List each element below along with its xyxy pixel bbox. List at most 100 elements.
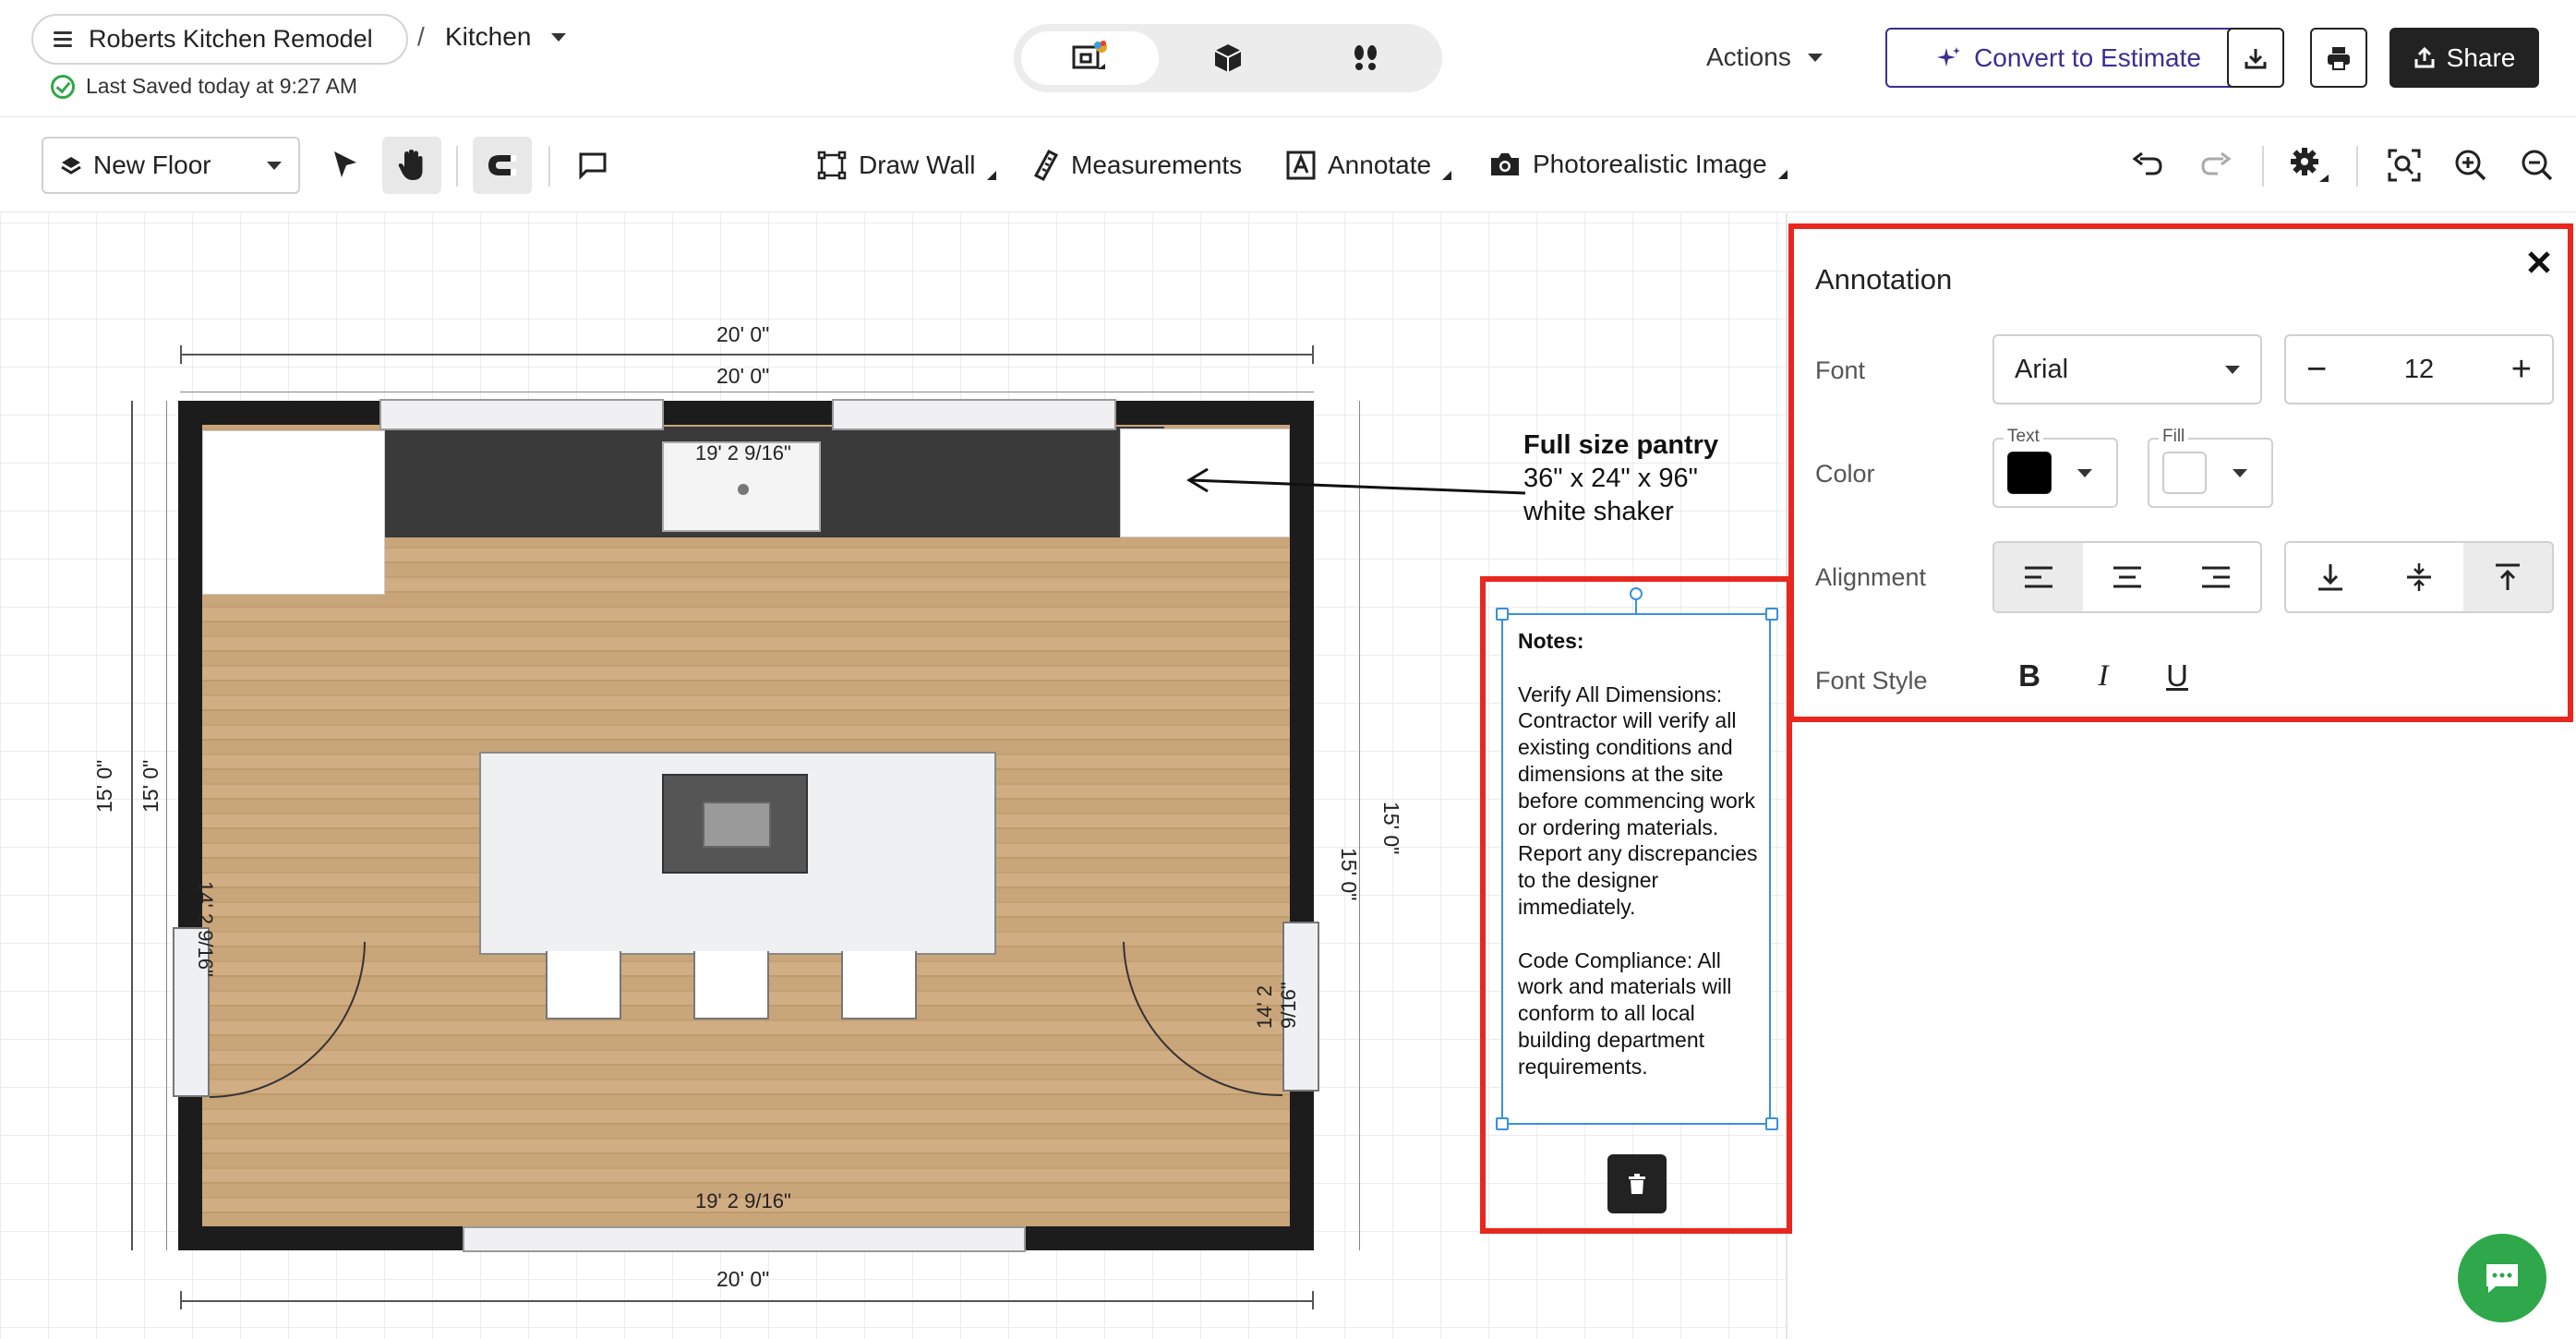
align-top-button[interactable] (2463, 543, 2552, 611)
resize-handle-bottom-right[interactable] (1765, 1117, 1778, 1130)
snap-toggle-button[interactable] (473, 137, 532, 194)
project-name: Roberts Kitchen Remodel (89, 25, 373, 53)
editor-toolbar: New Floor Draw Wall Measurements Annotat… (0, 118, 2576, 212)
annotate-icon (1286, 151, 1316, 180)
underline-button[interactable]: U (2157, 656, 2197, 696)
pantry-annotation[interactable]: Full size pantry 36" x 24" x 96" white s… (1523, 428, 1718, 528)
photorealistic-image-tool[interactable]: Photorealistic Image (1488, 150, 1788, 179)
kitchen-island[interactable] (479, 752, 996, 955)
print-button[interactable] (2310, 28, 2367, 88)
bold-button[interactable]: B (2009, 656, 2050, 696)
dimension-line (131, 401, 133, 1250)
dimension-tick (1312, 1291, 1314, 1309)
vertical-alignment-group (2284, 541, 2554, 613)
draw-wall-tool[interactable]: Draw Wall (816, 150, 996, 181)
dimension-right-mid: 15' 0" (1337, 848, 1361, 901)
align-middle-button[interactable] (2375, 543, 2463, 611)
font-size-stepper: − 12 + (2284, 334, 2554, 404)
pan-tool-button[interactable] (382, 137, 441, 194)
printer-icon (2328, 46, 2350, 70)
walkthrough-button[interactable] (1297, 31, 1435, 85)
fill-color-picker[interactable]: Fill (2148, 427, 2273, 508)
share-button[interactable]: Share (2389, 28, 2539, 88)
dimension-tick (1312, 345, 1314, 364)
measurements-label: Measurements (1071, 151, 1243, 179)
window (463, 1226, 1026, 1252)
italic-button[interactable]: I (2083, 656, 2124, 696)
text-color-swatch (2007, 452, 2052, 494)
submenu-corner-icon (986, 171, 996, 180)
draw-wall-label: Draw Wall (859, 151, 976, 179)
notes-text[interactable]: Notes: Verify All Dimensions: Contractor … (1518, 628, 1767, 1080)
dimension-tick (180, 345, 182, 364)
undo-button[interactable] (2118, 137, 2177, 194)
undo-icon (2132, 151, 2162, 175)
comment-tool-button[interactable] (563, 137, 622, 194)
annotation-arrow[interactable] (1186, 462, 1527, 499)
comment-icon (579, 152, 607, 180)
view-3d-button[interactable] (1159, 31, 1296, 85)
dimension-bottom-inner: 19' 2 9/16" (695, 1189, 791, 1212)
bar-stool[interactable] (546, 951, 621, 1019)
text-color-picker[interactable]: Text (1992, 427, 2118, 508)
floor-plan[interactable]: 19' 2 9/16" 19' 2 9/16" 14' 2 9/16" 14' … (173, 399, 1319, 1252)
chat-support-button[interactable] (2458, 1234, 2546, 1322)
select-tool-button[interactable] (316, 137, 375, 194)
fit-view-button[interactable] (2375, 137, 2434, 194)
resize-handle-top-right[interactable] (1765, 608, 1778, 621)
zoom-out-button[interactable] (2508, 137, 2567, 194)
convert-to-estimate-button[interactable]: Convert to Estimate (1885, 28, 2253, 88)
actions-dropdown[interactable]: Actions (1706, 42, 1823, 72)
fill-color-swatch (2162, 452, 2207, 494)
align-middle-icon (2407, 563, 2431, 591)
island-sink[interactable] (662, 774, 808, 874)
font-size-value[interactable]: 12 (2404, 355, 2434, 385)
floor-selector[interactable]: New Floor (42, 137, 300, 194)
sparkle-icon (1937, 46, 1961, 66)
align-center-button[interactable] (2083, 543, 2172, 611)
measurements-tool[interactable]: Measurements (1032, 150, 1242, 181)
delete-annotation-button[interactable] (1607, 1154, 1667, 1213)
dimension-right-outer: 15' 0" (1379, 802, 1403, 855)
room-name: Kitchen (445, 22, 532, 51)
dimension-top-inside: 19' 2 9/16" (695, 441, 791, 464)
align-bottom-button[interactable] (2286, 543, 2375, 611)
resize-handle-bottom-left[interactable] (1496, 1117, 1509, 1130)
dimension-top-outer: 20' 0" (716, 322, 770, 346)
fill-color-label: Fill (2159, 427, 2189, 447)
trash-icon (1629, 1174, 1645, 1194)
annotate-tool[interactable]: Annotate (1285, 150, 1452, 181)
settings-button[interactable] (2281, 137, 2340, 194)
font-family-select[interactable]: Arial (1992, 334, 2262, 404)
decrease-font-size-button[interactable]: − (2306, 350, 2327, 390)
view-2d-button[interactable] (1021, 31, 1160, 85)
hamburger-icon (54, 31, 72, 47)
rotate-handle[interactable] (1630, 587, 1643, 600)
bar-stool[interactable] (841, 951, 917, 1019)
submenu-corner-icon (1442, 171, 1452, 180)
room-dropdown[interactable]: Kitchen (445, 22, 567, 52)
left-cabinet[interactable] (202, 430, 385, 595)
resize-handle-top-left[interactable] (1496, 608, 1509, 621)
close-panel-button[interactable] (2522, 246, 2556, 279)
increase-font-size-button[interactable]: + (2511, 350, 2532, 390)
horizontal-alignment-group (1992, 541, 2262, 613)
dimension-bottom-outer: 20' 0" (716, 1267, 770, 1291)
zoom-fit-icon (2388, 149, 2421, 182)
close-icon (2528, 251, 2550, 273)
photorealistic-label: Photorealistic Image (1533, 150, 1767, 178)
zoom-in-button[interactable] (2441, 137, 2500, 194)
project-menu-button[interactable]: Roberts Kitchen Remodel (31, 14, 408, 65)
floor-label: New Floor (93, 151, 211, 179)
actions-label: Actions (1706, 42, 1791, 71)
window (832, 399, 1116, 430)
align-right-button[interactable] (2172, 543, 2260, 611)
breadcrumb-separator: / (417, 22, 425, 51)
align-left-button[interactable] (1994, 543, 2083, 611)
gear-icon (2291, 148, 2329, 182)
draw-wall-icon (817, 151, 847, 180)
download-button[interactable] (2227, 28, 2284, 88)
bar-stool[interactable] (693, 951, 769, 1019)
redo-button[interactable] (2186, 137, 2245, 194)
save-status: Last Saved today at 9:27 AM (51, 74, 357, 99)
